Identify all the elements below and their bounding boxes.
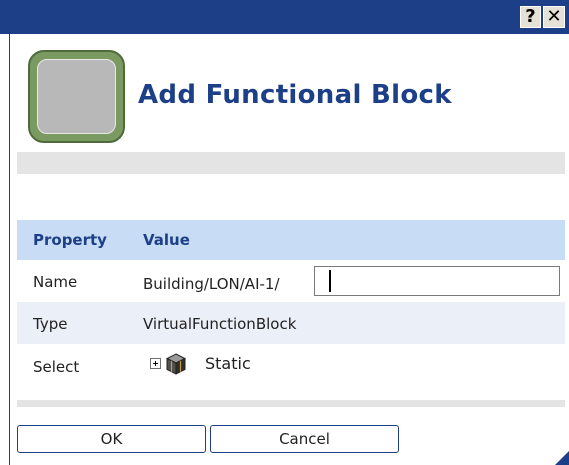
dialog-title-bar: ? ✕ xyxy=(0,0,569,34)
table-row-select: Select xyxy=(17,344,565,394)
cancel-button[interactable]: Cancel xyxy=(210,425,399,453)
resize-grip-icon[interactable] xyxy=(555,451,569,465)
functional-block-icon xyxy=(28,50,125,143)
expand-plus-icon[interactable] xyxy=(150,358,161,369)
ok-button[interactable]: OK xyxy=(17,425,206,453)
table-row-type: Type VirtualFunctionBlock xyxy=(17,302,565,344)
row-label-name: Name xyxy=(33,273,78,291)
table-header: Property Value xyxy=(17,220,565,260)
text-cursor xyxy=(329,270,331,292)
dialog-left-border xyxy=(0,34,10,465)
help-button[interactable]: ? xyxy=(520,6,541,28)
type-value: VirtualFunctionBlock xyxy=(143,315,297,333)
row-label-type: Type xyxy=(33,315,68,333)
section-divider xyxy=(17,152,565,174)
name-prefix: Building/LON/AI-1/ xyxy=(143,275,280,293)
close-button[interactable]: ✕ xyxy=(543,6,565,28)
row-label-select: Select xyxy=(33,358,80,376)
footer-divider xyxy=(17,400,565,407)
dialog-heading: Add Functional Block xyxy=(138,80,452,110)
name-input[interactable] xyxy=(314,266,560,296)
column-header-value: Value xyxy=(143,231,190,249)
column-header-property: Property xyxy=(33,231,107,249)
cube-icon xyxy=(166,353,186,375)
tree-node-static[interactable]: Static xyxy=(205,354,251,373)
